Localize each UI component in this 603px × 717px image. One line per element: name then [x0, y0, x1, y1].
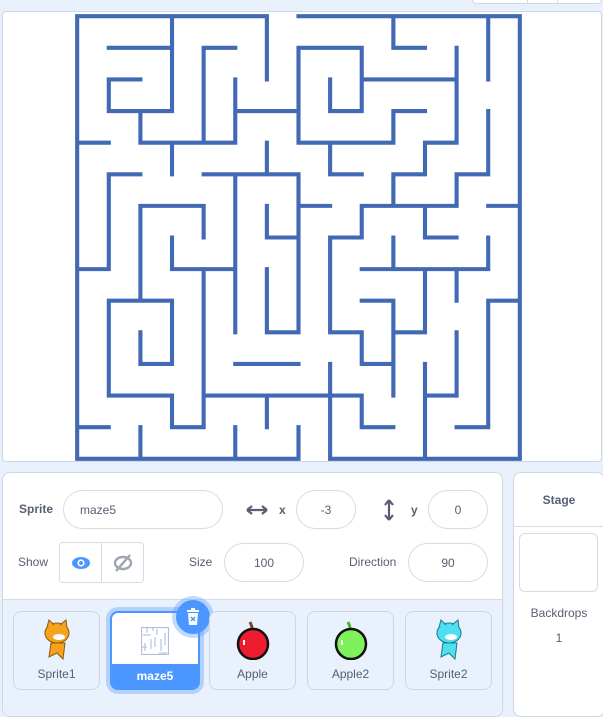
backdrop-thumbnail[interactable]	[519, 533, 598, 592]
vertical-arrows-icon	[384, 499, 394, 521]
sprite-info-panel: Sprite maze5 x -3 y 0 Show Size 100 Dire…	[2, 472, 503, 717]
sprite-tile[interactable]: Sprite1	[13, 611, 100, 690]
delete-sprite-button[interactable]	[176, 600, 210, 634]
sprite-tile[interactable]: Apple	[209, 611, 296, 690]
stage-canvas[interactable]	[2, 11, 602, 462]
sprite-name: Sprite2	[429, 667, 468, 681]
direction-input[interactable]: 90	[408, 543, 488, 582]
visibility-toggle	[59, 542, 144, 583]
stage-size-controls[interactable]	[472, 0, 602, 4]
stage-title: Stage	[514, 473, 603, 527]
cyan-cat-icon	[436, 619, 461, 661]
direction-label: Direction	[349, 555, 397, 569]
stage-panel[interactable]: Stage Backdrops 1	[513, 472, 603, 717]
maze-thumbnail-icon	[141, 627, 169, 655]
size-label: Size	[189, 555, 213, 569]
backdrops-label: Backdrops	[530, 606, 588, 620]
trash-icon	[187, 608, 199, 625]
x-label: x	[279, 503, 286, 517]
x-input[interactable]: -3	[296, 490, 356, 529]
orange-cat-icon	[44, 619, 69, 661]
size-input[interactable]: 100	[224, 543, 304, 582]
sprite-name: Sprite1	[37, 667, 76, 681]
eye-slash-icon	[113, 553, 132, 572]
red-apple-icon	[236, 621, 269, 660]
show-button[interactable]	[60, 543, 101, 582]
y-input[interactable]: 0	[428, 490, 488, 529]
backdrops-count: 1	[555, 631, 563, 645]
sprite-name-input[interactable]: maze5	[63, 490, 223, 529]
sprite-name: maze5	[112, 664, 198, 688]
sprite-tile[interactable]: Apple2	[307, 611, 394, 690]
eye-icon	[71, 556, 90, 569]
y-label: y	[411, 503, 418, 517]
sprite-list: Sprite1 maze5 Apple Apple2 Sprite2	[3, 599, 502, 716]
sprite-name: Apple	[237, 667, 268, 681]
green-apple-icon	[334, 621, 367, 660]
sprite-tile[interactable]: Sprite2	[405, 611, 492, 690]
show-label: Show	[18, 555, 49, 569]
hide-button[interactable]	[101, 543, 143, 582]
sprite-label: Sprite	[19, 502, 54, 516]
maze-sprite[interactable]	[74, 13, 523, 462]
horizontal-arrows-icon	[246, 505, 268, 515]
sprite-name: Apple2	[331, 667, 370, 681]
